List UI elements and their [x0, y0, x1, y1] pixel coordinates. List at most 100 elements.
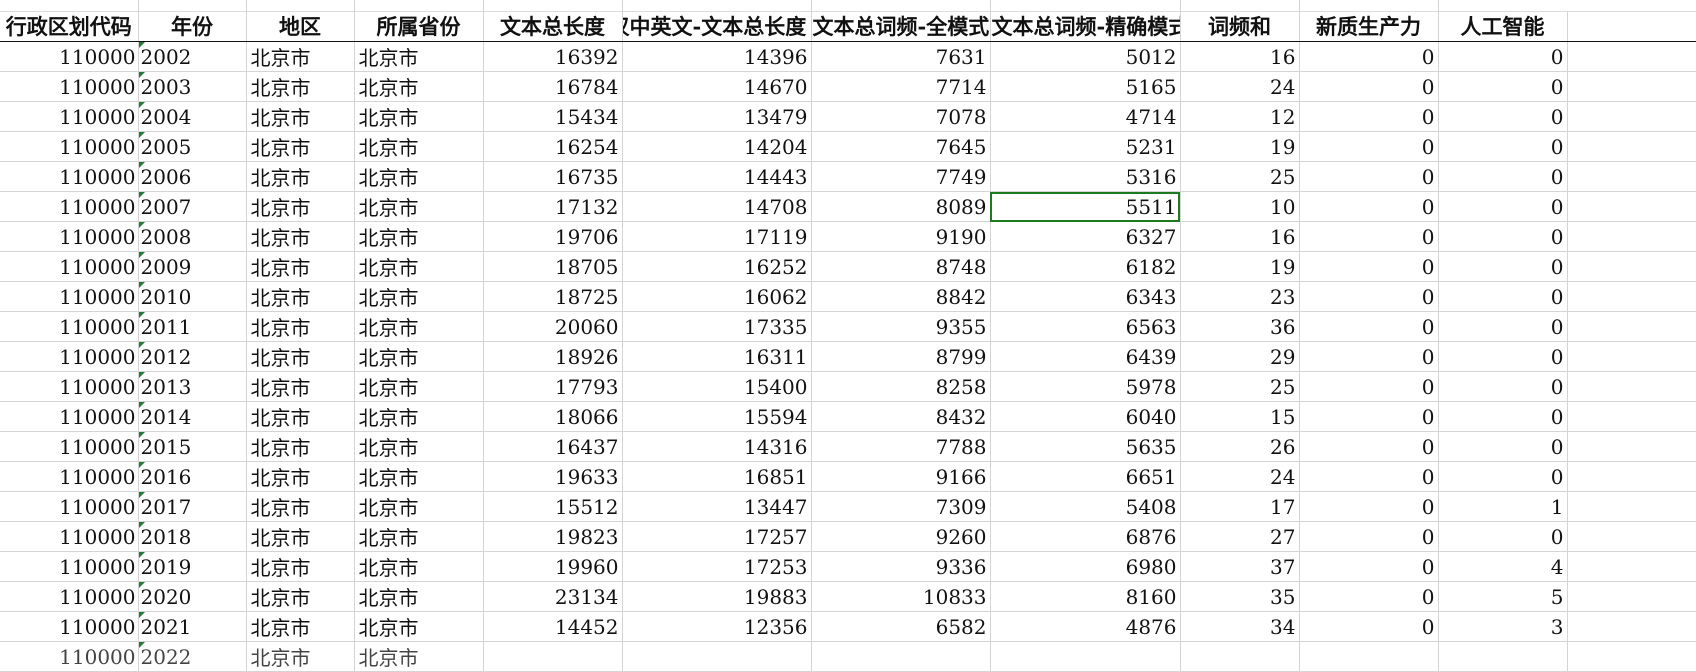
- cell-ai[interactable]: 0: [1438, 101, 1568, 132]
- cell-region[interactable]: 北京市: [246, 71, 355, 102]
- cell-region-code[interactable]: 110000: [0, 401, 139, 432]
- header-cell-word-freq-sum[interactable]: 词频和: [1180, 11, 1300, 42]
- cell-province[interactable]: 北京市: [354, 281, 484, 312]
- cell-province[interactable]: 北京市: [354, 431, 484, 462]
- cell-empty[interactable]: [1567, 521, 1696, 552]
- cell-word-freq-full[interactable]: 8089: [811, 191, 991, 222]
- cell-word-freq-sum[interactable]: 23: [1180, 281, 1300, 312]
- header-cell-empty[interactable]: [1567, 11, 1696, 42]
- cell-year[interactable]: 2008: [138, 221, 247, 252]
- cell-region[interactable]: 北京市: [246, 401, 355, 432]
- cell-word-freq-full[interactable]: 7714: [811, 71, 991, 102]
- cell-region[interactable]: 北京市: [246, 101, 355, 132]
- cell-region-code[interactable]: 110000: [0, 551, 139, 582]
- cell-empty[interactable]: [1567, 191, 1696, 222]
- cell-region[interactable]: 北京市: [246, 431, 355, 462]
- header-cell-ai[interactable]: 人工智能: [1438, 11, 1568, 42]
- cell-text-length[interactable]: 18705: [483, 251, 623, 282]
- cell-region[interactable]: 北京市: [246, 311, 355, 342]
- cell-word-freq-precise[interactable]: 6040: [990, 401, 1181, 432]
- header-cell-province[interactable]: 所属省份: [354, 11, 484, 42]
- cell-word-freq-sum[interactable]: 25: [1180, 371, 1300, 402]
- cell-year[interactable]: 2007: [138, 191, 247, 222]
- cell-text-length[interactable]: 19960: [483, 551, 623, 582]
- cell-text-length[interactable]: 20060: [483, 311, 623, 342]
- cell-word-freq-sum[interactable]: 19: [1180, 251, 1300, 282]
- cell-text-length[interactable]: 23134: [483, 581, 623, 612]
- cell-new-productivity[interactable]: 0: [1299, 431, 1439, 462]
- cell-new-productivity[interactable]: 0: [1299, 461, 1439, 492]
- cell-word-freq-precise[interactable]: 4714: [990, 101, 1181, 132]
- cell-cn-en-text-length[interactable]: 16252: [622, 251, 812, 282]
- cell-empty[interactable]: [1567, 581, 1696, 612]
- cell-year[interactable]: 2019: [138, 551, 247, 582]
- cell-ai[interactable]: 0: [1438, 221, 1568, 252]
- cell-new-productivity[interactable]: 0: [1299, 131, 1439, 162]
- cell-cn-en-text-length[interactable]: 17335: [622, 311, 812, 342]
- cell-word-freq-sum[interactable]: 24: [1180, 71, 1300, 102]
- cell-ai[interactable]: 0: [1438, 251, 1568, 282]
- cell-empty[interactable]: [1567, 431, 1696, 462]
- cell-ai[interactable]: 0: [1438, 431, 1568, 462]
- cell-empty[interactable]: [1567, 101, 1696, 132]
- cell-word-freq-precise[interactable]: 5408: [990, 491, 1181, 522]
- cell-new-productivity[interactable]: 0: [1299, 371, 1439, 402]
- cell-word-freq-full[interactable]: [811, 641, 991, 672]
- cell-region[interactable]: 北京市: [246, 161, 355, 192]
- cell-text-length[interactable]: 16437: [483, 431, 623, 462]
- cell-word-freq-precise[interactable]: 4876: [990, 611, 1181, 642]
- cell-cn-en-text-length[interactable]: 16311: [622, 341, 812, 372]
- cell-region[interactable]: 北京市: [246, 461, 355, 492]
- cell-new-productivity[interactable]: 0: [1299, 611, 1439, 642]
- cell-province[interactable]: 北京市: [354, 311, 484, 342]
- cell-selected[interactable]: 5511: [990, 191, 1181, 222]
- cell-word-freq-full[interactable]: 7645: [811, 131, 991, 162]
- cell-region-code[interactable]: 110000: [0, 281, 139, 312]
- cell-word-freq-full[interactable]: 7631: [811, 41, 991, 72]
- cell-ai[interactable]: 0: [1438, 131, 1568, 162]
- cell-province[interactable]: 北京市: [354, 71, 484, 102]
- cell-text-length[interactable]: 19706: [483, 221, 623, 252]
- cell-ai[interactable]: 0: [1438, 461, 1568, 492]
- cell-word-freq-precise[interactable]: 6876: [990, 521, 1181, 552]
- cell-province[interactable]: 北京市: [354, 251, 484, 282]
- header-cell-word-freq-full[interactable]: 文本总词频-全模式: [811, 11, 991, 42]
- cell-word-freq-precise[interactable]: 6439: [990, 341, 1181, 372]
- cell-empty[interactable]: [1567, 611, 1696, 642]
- cell-word-freq-precise[interactable]: [990, 641, 1181, 672]
- cell-word-freq-precise[interactable]: 6651: [990, 461, 1181, 492]
- cell-word-freq-precise[interactable]: 6980: [990, 551, 1181, 582]
- cell-text-length[interactable]: 15512: [483, 491, 623, 522]
- cell-empty[interactable]: [1567, 341, 1696, 372]
- cell-region[interactable]: 北京市: [246, 251, 355, 282]
- cell-new-productivity[interactable]: 0: [1299, 521, 1439, 552]
- cell-word-freq-full[interactable]: 7078: [811, 101, 991, 132]
- cell-ai[interactable]: 4: [1438, 551, 1568, 582]
- cell-new-productivity[interactable]: 0: [1299, 311, 1439, 342]
- cell-empty[interactable]: [1567, 311, 1696, 342]
- cell-year[interactable]: 2013: [138, 371, 247, 402]
- cell-province[interactable]: 北京市: [354, 581, 484, 612]
- header-cell-cn-en-text-length[interactable]: 汉中英文-文本总长度: [622, 11, 812, 42]
- cell-text-length[interactable]: 16735: [483, 161, 623, 192]
- cell-word-freq-full[interactable]: 8258: [811, 371, 991, 402]
- cell-word-freq-sum[interactable]: 10: [1180, 191, 1300, 222]
- cell-region[interactable]: 北京市: [246, 281, 355, 312]
- cell-empty[interactable]: [1567, 251, 1696, 282]
- cell-empty[interactable]: [1567, 41, 1696, 72]
- cell-word-freq-precise[interactable]: 5316: [990, 161, 1181, 192]
- cell-new-productivity[interactable]: 0: [1299, 401, 1439, 432]
- cell-word-freq-precise[interactable]: 8160: [990, 581, 1181, 612]
- cell-year[interactable]: 2006: [138, 161, 247, 192]
- cell-word-freq-precise[interactable]: 5978: [990, 371, 1181, 402]
- cell-year[interactable]: 2020: [138, 581, 247, 612]
- cell-word-freq-precise[interactable]: 5635: [990, 431, 1181, 462]
- cell-region[interactable]: 北京市: [246, 221, 355, 252]
- cell-ai[interactable]: 1: [1438, 491, 1568, 522]
- cell-new-productivity[interactable]: 0: [1299, 101, 1439, 132]
- cell-year[interactable]: 2009: [138, 251, 247, 282]
- cell-text-length[interactable]: 15434: [483, 101, 623, 132]
- cell-ai[interactable]: 0: [1438, 41, 1568, 72]
- cell-word-freq-sum[interactable]: 26: [1180, 431, 1300, 462]
- cell-new-productivity[interactable]: 0: [1299, 161, 1439, 192]
